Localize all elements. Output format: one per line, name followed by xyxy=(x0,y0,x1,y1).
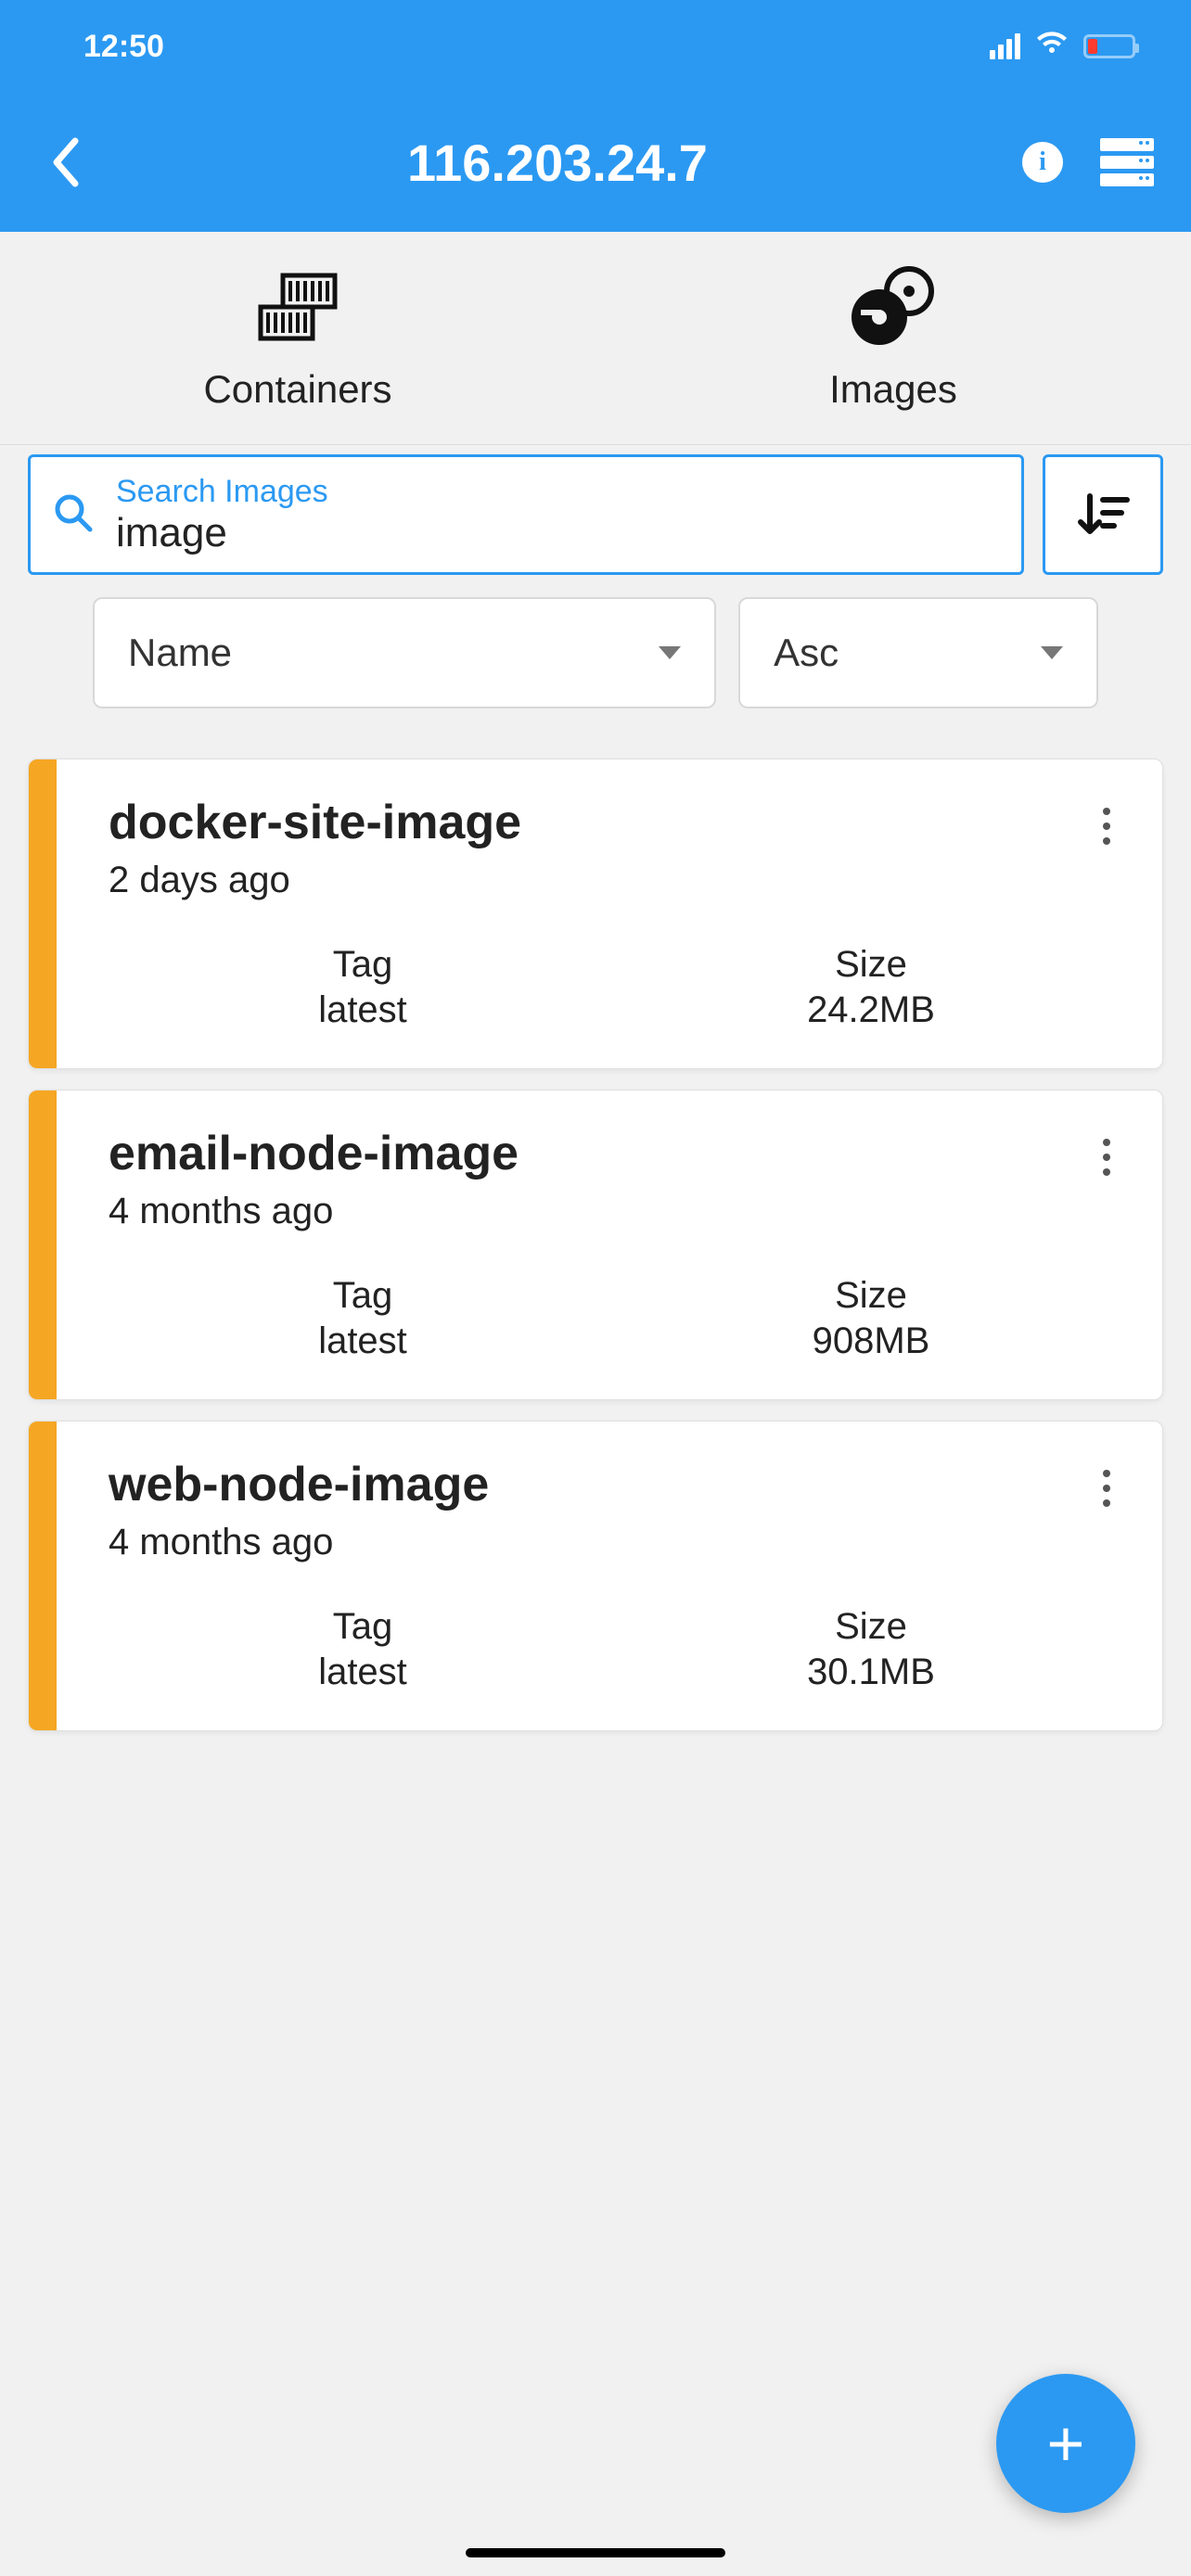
page-title: 116.203.24.7 xyxy=(93,133,1022,193)
status-bar: 12:50 xyxy=(0,0,1191,93)
size-value: 30.1MB xyxy=(617,1651,1125,1693)
tag-label: Tag xyxy=(109,944,617,986)
tab-label: Images xyxy=(829,367,957,412)
wifi-icon xyxy=(1035,29,1069,65)
tag-value: latest xyxy=(109,1320,617,1362)
nav-bar: 116.203.24.7 i xyxy=(0,93,1191,232)
sort-field-label: Name xyxy=(128,631,232,675)
tab-images[interactable]: Images xyxy=(596,232,1191,444)
status-stripe xyxy=(29,759,57,1068)
more-options-button[interactable] xyxy=(1088,795,1125,845)
tag-label: Tag xyxy=(109,1275,617,1317)
search-icon xyxy=(53,492,94,538)
tag-value: latest xyxy=(109,989,617,1031)
chevron-down-icon xyxy=(1041,646,1063,659)
image-name: email-node-image xyxy=(109,1126,519,1181)
cellular-signal-icon xyxy=(990,33,1020,59)
sort-descending-icon xyxy=(1075,487,1131,542)
image-card[interactable]: docker-site-image 2 days ago Tag latest … xyxy=(28,759,1163,1069)
search-value: image xyxy=(116,510,1003,556)
image-name: web-node-image xyxy=(109,1457,489,1512)
tabs: Containers Images xyxy=(0,232,1191,445)
sort-button[interactable] xyxy=(1043,454,1163,575)
sort-direction-label: Asc xyxy=(774,631,839,675)
containers-icon xyxy=(251,265,344,349)
more-options-button[interactable] xyxy=(1088,1126,1125,1176)
server-button[interactable] xyxy=(1100,138,1154,186)
tag-label: Tag xyxy=(109,1606,617,1648)
back-button[interactable] xyxy=(37,137,93,187)
status-icons xyxy=(990,29,1135,65)
size-label: Size xyxy=(617,1275,1125,1317)
plus-icon: + xyxy=(1047,2411,1085,2476)
search-input[interactable]: Search Images image xyxy=(28,454,1024,575)
status-stripe xyxy=(29,1090,57,1399)
image-created: 4 months ago xyxy=(109,1191,519,1232)
image-card[interactable]: email-node-image 4 months ago Tag latest… xyxy=(28,1090,1163,1400)
images-icon xyxy=(842,265,944,349)
info-button[interactable]: i xyxy=(1022,142,1063,183)
image-name: docker-site-image xyxy=(109,795,521,850)
size-label: Size xyxy=(617,944,1125,986)
images-list: docker-site-image 2 days ago Tag latest … xyxy=(0,731,1191,1739)
more-options-button[interactable] xyxy=(1088,1457,1125,1507)
sort-field-dropdown[interactable]: Name xyxy=(93,597,716,708)
image-created: 2 days ago xyxy=(109,860,521,901)
tab-label: Containers xyxy=(203,367,391,412)
image-card[interactable]: web-node-image 4 months ago Tag latest S… xyxy=(28,1421,1163,1731)
chevron-down-icon xyxy=(659,646,681,659)
image-created: 4 months ago xyxy=(109,1522,489,1563)
tab-containers[interactable]: Containers xyxy=(0,232,596,444)
status-time: 12:50 xyxy=(83,29,164,65)
home-indicator xyxy=(466,2548,725,2557)
size-value: 24.2MB xyxy=(617,989,1125,1031)
add-button[interactable]: + xyxy=(996,2374,1135,2513)
tag-value: latest xyxy=(109,1651,617,1693)
search-placeholder: Search Images xyxy=(116,474,1003,510)
status-stripe xyxy=(29,1422,57,1730)
size-value: 908MB xyxy=(617,1320,1125,1362)
size-label: Size xyxy=(617,1606,1125,1648)
battery-icon xyxy=(1083,34,1135,58)
sort-direction-dropdown[interactable]: Asc xyxy=(738,597,1098,708)
